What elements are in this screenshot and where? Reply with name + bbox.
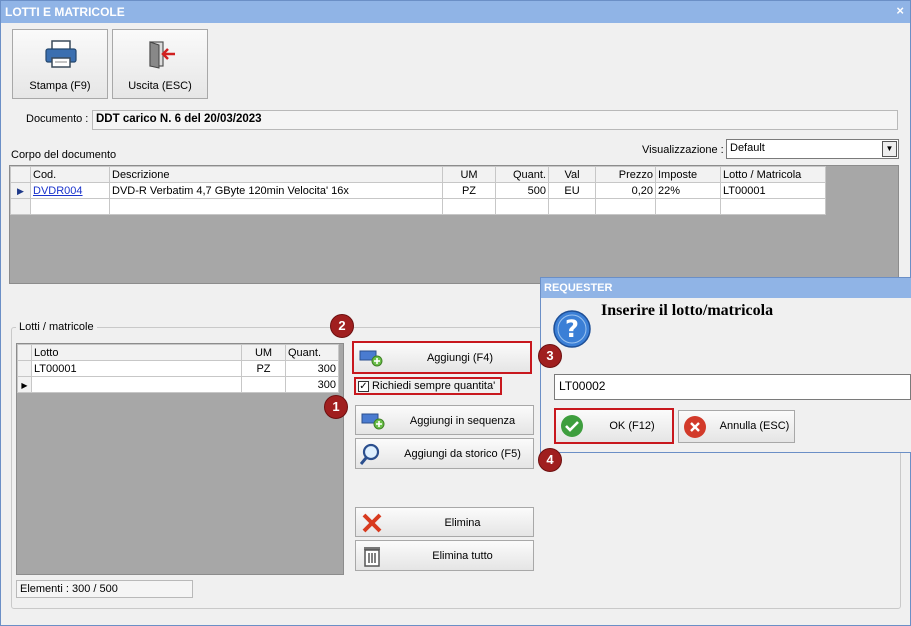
add-sequence-label: Aggiungi in sequenza [409, 415, 516, 427]
step-badge-3: 3 [538, 344, 562, 368]
delete-all-button[interactable]: Elimina tutto [355, 540, 534, 571]
add-history-label: Aggiungi da storico (F5) [404, 448, 521, 460]
chevron-down-icon[interactable]: ▼ [882, 141, 897, 157]
col-header-um[interactable]: UM [241, 344, 286, 361]
add-lot-button[interactable]: Aggiungi (F4) [352, 341, 532, 374]
row-pointer-icon: ▶ [17, 376, 32, 393]
view-select-value: Default [730, 142, 765, 154]
title-bar: LOTTI E MATRICOLE [1, 1, 910, 23]
lot-code: LT00001 [31, 360, 242, 377]
requester-prompt: Inserire il lotto/matricola [601, 302, 774, 319]
document-grid: Cod. Descrizione UM Quant. Val Prezzo Im… [9, 165, 899, 284]
exit-button[interactable]: Uscita (ESC) [112, 29, 208, 99]
table-row[interactable]: ▶ DVDR004 DVD-R Verbatim 4,7 GByte 120mi… [10, 182, 826, 199]
svg-text:?: ? [565, 315, 579, 343]
add-icon [359, 350, 383, 367]
delete-all-label: Elimina tutto [432, 550, 493, 562]
question-icon: ? [553, 310, 591, 348]
item-price: 0,20 [595, 182, 656, 199]
col-header-quant[interactable]: Quant. [285, 344, 339, 361]
trash-icon [364, 547, 380, 567]
add-sequence-button[interactable]: Aggiungi in sequenza [355, 405, 534, 435]
item-quantity: 500 [495, 182, 549, 199]
cancel-circle-icon [684, 416, 706, 438]
window-title: LOTTI E MATRICOLE [5, 5, 125, 19]
col-header-lotto[interactable]: Lotto [31, 344, 242, 361]
step-badge-2: 2 [330, 314, 354, 338]
table-row-empty[interactable] [10, 198, 826, 215]
document-label: Documento : [26, 113, 89, 125]
cancel-label: Annulla (ESC) [719, 420, 790, 432]
lot-total: 300 [285, 376, 339, 393]
delete-x-icon [362, 513, 382, 533]
exit-door-icon [149, 41, 175, 69]
col-header-lotto[interactable]: Lotto / Matricola [720, 166, 826, 183]
table-row-total[interactable]: ▶ 300 [17, 376, 339, 393]
item-lot: LT00001 [720, 182, 826, 199]
check-circle-icon [561, 415, 583, 437]
lots-table: Lotto UM Quant. LT00001 PZ 300 ▶ 300 [17, 344, 339, 393]
ok-button[interactable]: OK (F12) [554, 408, 674, 444]
requester-dialog: REQUESTER ? Inserire il lotto/matricola … [540, 277, 911, 453]
add-lot-label: Aggiungi (F4) [426, 352, 494, 364]
item-description: DVD-R Verbatim 4,7 GByte 120min Velocita… [109, 182, 443, 199]
delete-button[interactable]: Elimina [355, 507, 534, 537]
ask-quantity-label: Richiedi sempre quantita' [372, 380, 496, 392]
lot-um: PZ [241, 360, 286, 377]
search-icon [360, 443, 380, 465]
step-badge-1: 1 [324, 395, 348, 419]
print-button[interactable]: Stampa (F9) [12, 29, 108, 99]
lots-grid: Lotto UM Quant. LT00001 PZ 300 ▶ 300 [16, 343, 344, 575]
check-icon[interactable]: ✓ [358, 381, 369, 392]
requester-title: REQUESTER [541, 278, 911, 298]
ok-label: OK (F12) [609, 420, 655, 432]
main-window: LOTTI E MATRICOLE × Stampa (F9) Uscita (… [0, 0, 911, 626]
close-icon[interactable]: × [896, 3, 904, 18]
item-um: PZ [442, 182, 496, 199]
lot-input[interactable]: LT00002 [554, 374, 911, 400]
cancel-button[interactable]: Annulla (ESC) [678, 410, 795, 443]
table-header-row: Cod. Descrizione UM Quant. Val Prezzo Im… [10, 166, 826, 183]
item-currency: EU [548, 182, 596, 199]
exit-label: Uscita (ESC) [128, 80, 192, 92]
document-table: Cod. Descrizione UM Quant. Val Prezzo Im… [10, 166, 826, 215]
col-header-quant[interactable]: Quant. [495, 166, 549, 183]
printer-icon [45, 40, 77, 68]
add-icon [361, 413, 385, 430]
col-header-cod[interactable]: Cod. [30, 166, 110, 183]
delete-label: Elimina [444, 517, 481, 529]
lots-groupbox-title: Lotti / matricole [16, 321, 97, 333]
table-row[interactable]: LT00001 PZ 300 [17, 360, 339, 377]
step-badge-4: 4 [538, 448, 562, 472]
col-header-val[interactable]: Val [548, 166, 596, 183]
document-field: DDT carico N. 6 del 20/03/2023 [92, 110, 898, 130]
row-pointer-icon: ▶ [10, 182, 31, 199]
lots-header-row: Lotto UM Quant. [17, 344, 339, 361]
view-label: Visualizzazione : [642, 144, 724, 156]
add-history-button[interactable]: Aggiungi da storico (F5) [355, 438, 534, 469]
item-code-link[interactable]: DVDR004 [30, 182, 110, 199]
col-header-prezzo[interactable]: Prezzo [595, 166, 656, 183]
ask-quantity-checkbox-row[interactable]: ✓ Richiedi sempre quantita' [354, 377, 502, 395]
item-tax: 22% [655, 182, 721, 199]
col-header-imposte[interactable]: Imposte [655, 166, 721, 183]
view-select[interactable]: Default ▼ [726, 139, 899, 159]
print-label: Stampa (F9) [29, 80, 91, 92]
body-section-label: Corpo del documento [11, 149, 117, 161]
col-header-um[interactable]: UM [442, 166, 496, 183]
col-header-descrizione[interactable]: Descrizione [109, 166, 443, 183]
status-bar: Elementi : 300 / 500 [16, 580, 193, 598]
lot-quantity: 300 [285, 360, 339, 377]
